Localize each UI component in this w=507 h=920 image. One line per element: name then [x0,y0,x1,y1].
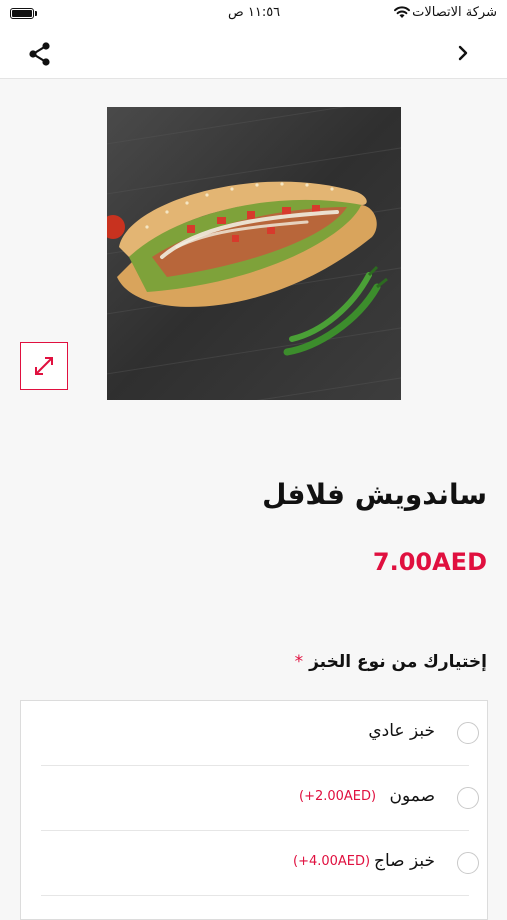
falafel-sandwich-photo [107,107,401,400]
bread-option-saj[interactable]: خبز صاج (+4.00AED) [41,831,479,896]
bread-type-label: إختيارك من نوع الخبز* [27,652,487,672]
required-mark: * [294,652,304,672]
option-label: صمون [389,786,435,806]
product-price: 7.00AED [372,548,487,576]
radio-button[interactable] [457,787,479,809]
share-icon[interactable] [26,40,54,68]
bread-option-samoon[interactable]: صمون (+2.00AED) [41,766,479,831]
back-chevron-icon[interactable] [453,43,473,63]
wifi-icon [394,6,410,18]
navigation-bar [0,28,507,79]
option-extra-price: (+4.00AED) [293,854,371,869]
expand-arrows-icon [35,357,53,375]
radio-button[interactable] [457,852,479,874]
expand-image-button[interactable] [20,342,68,390]
battery-icon [10,8,37,19]
radio-button[interactable] [457,722,479,744]
bread-type-label-text: إختيارك من نوع الخبز [309,652,487,672]
bread-options-card: خبز عادي صمون (+2.00AED) خبز صاج (+4.00A… [20,700,488,920]
option-label: خبز صاج [373,851,435,871]
product-title: ساندويش فلافل [262,478,487,511]
carrier-name: شركة الاتصالات [412,5,497,20]
bread-option-regular[interactable]: خبز عادي [41,701,479,766]
status-time: ١١:٥٦ ص [228,5,281,20]
status-bar: ١١:٥٦ ص شركة الاتصالات [0,0,507,28]
product-image[interactable] [107,107,401,400]
option-extra-price: (+2.00AED) [299,789,377,804]
option-label: خبز عادي [368,721,435,741]
